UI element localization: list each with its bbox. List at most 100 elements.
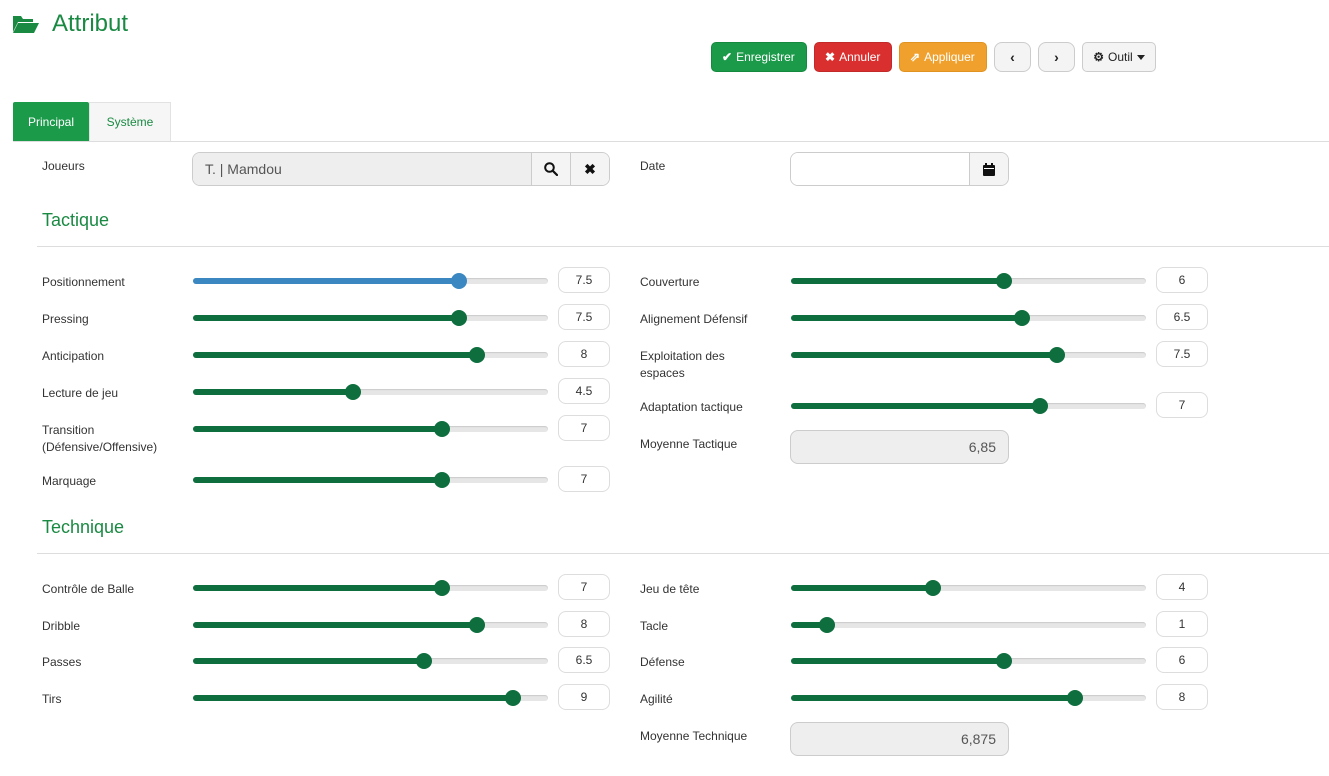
apply-label: Appliquer <box>924 50 975 64</box>
page-header: Attribut <box>12 10 128 38</box>
slider-value-input[interactable]: 6 <box>1156 647 1208 673</box>
slider-value-input[interactable]: 6.5 <box>1156 304 1208 330</box>
slider-handle[interactable] <box>818 617 835 633</box>
rating-slider[interactable] <box>791 310 1146 326</box>
slider-handle[interactable] <box>996 273 1012 289</box>
save-label: Enregistrer <box>736 50 795 64</box>
rating-slider[interactable] <box>193 617 548 633</box>
average-technique-label: Moyenne Technique <box>640 729 748 743</box>
rating-slider[interactable] <box>193 580 548 596</box>
slider-label: Contrôle de Balle <box>42 582 135 596</box>
section-title-tactique: Tactique <box>42 210 110 230</box>
rating-slider[interactable] <box>193 273 548 289</box>
slider-handle[interactable] <box>469 617 485 633</box>
rating-slider[interactable] <box>791 273 1146 289</box>
slider-fill <box>791 352 1058 358</box>
rating-slider[interactable] <box>791 398 1146 414</box>
slider-fill <box>193 477 442 483</box>
slider-value-input[interactable]: 7 <box>558 466 610 492</box>
rating-slider[interactable] <box>193 347 548 363</box>
previous-button[interactable]: ‹ <box>994 42 1031 72</box>
date-input[interactable] <box>791 153 969 185</box>
slider-handle[interactable] <box>925 580 941 596</box>
slider-handle[interactable] <box>996 653 1012 669</box>
slider-fill <box>193 622 477 628</box>
section-divider <box>37 246 1329 247</box>
rating-slider[interactable] <box>193 384 548 400</box>
slider-handle[interactable] <box>1067 690 1083 706</box>
slider-handle[interactable] <box>451 310 468 326</box>
slider-handle[interactable] <box>451 273 468 289</box>
slider-value-input[interactable]: 4 <box>1156 574 1208 600</box>
apply-button[interactable]: ⇗ Appliquer <box>899 42 987 72</box>
rating-slider[interactable] <box>193 653 548 669</box>
slider-fill <box>791 658 1004 664</box>
rating-slider[interactable] <box>193 472 548 488</box>
slider-value-input[interactable]: 8 <box>558 341 610 367</box>
section-divider <box>37 553 1329 554</box>
slider-handle[interactable] <box>344 384 361 400</box>
rating-slider[interactable] <box>193 690 548 706</box>
next-button[interactable]: › <box>1038 42 1075 72</box>
slider-label: Pressing <box>42 312 89 326</box>
slider-handle[interactable] <box>1049 347 1066 363</box>
close-icon: ✖ <box>584 160 596 177</box>
slider-value-input[interactable]: 6 <box>1156 267 1208 293</box>
section-title-technique: Technique <box>42 517 125 537</box>
slider-handle[interactable] <box>504 690 521 706</box>
rating-slider[interactable] <box>791 653 1146 669</box>
slider-fill <box>193 352 477 358</box>
slider-label: Transition (Défensive/Offensive) <box>42 423 158 454</box>
chevron-left-icon: ‹ <box>1010 49 1015 65</box>
slider-value-input[interactable]: 7.5 <box>558 304 610 330</box>
chevron-right-icon: › <box>1054 49 1059 65</box>
slider-label: Adaptation tactique <box>640 400 743 414</box>
slider-value-input[interactable]: 6.5 <box>558 647 610 673</box>
slider-handle[interactable] <box>469 347 485 363</box>
slider-handle[interactable] <box>415 653 432 669</box>
clear-button[interactable]: ✖ <box>570 153 609 185</box>
tab-systeme[interactable]: Système <box>89 102 171 141</box>
slider-handle[interactable] <box>1031 398 1048 414</box>
rating-slider[interactable] <box>791 690 1146 706</box>
slider-value-input[interactable]: 7.5 <box>1156 341 1208 367</box>
search-button[interactable] <box>531 153 570 185</box>
slider-value-input[interactable]: 1 <box>1156 611 1208 637</box>
tab-principal[interactable]: Principal <box>13 102 89 141</box>
rating-slider[interactable] <box>193 310 548 326</box>
cancel-button[interactable]: ✖ Annuler <box>814 42 892 72</box>
slider-value-input[interactable]: 4.5 <box>558 378 610 404</box>
slider-fill <box>193 389 353 395</box>
calendar-button[interactable] <box>969 153 1008 185</box>
rating-slider[interactable] <box>193 421 548 437</box>
page-title: Attribut <box>52 10 129 37</box>
slider-handle[interactable] <box>1013 310 1030 326</box>
rating-slider[interactable] <box>791 580 1146 596</box>
joueurs-field: T. | Mamdou ✖ <box>192 152 610 186</box>
slider-value-input[interactable]: 9 <box>558 684 610 710</box>
slider-value-input[interactable]: 7 <box>558 574 610 600</box>
slider-handle[interactable] <box>433 472 450 488</box>
slider-value-input[interactable]: 8 <box>558 611 610 637</box>
cancel-label: Annuler <box>839 50 881 64</box>
slider-handle[interactable] <box>433 421 450 437</box>
joueurs-input[interactable]: T. | Mamdou <box>193 153 531 185</box>
slider-handle[interactable] <box>433 580 450 596</box>
slider-value-input[interactable]: 7.5 <box>558 267 610 293</box>
tab-divider <box>13 141 1329 142</box>
slider-fill <box>193 426 442 432</box>
rating-slider[interactable] <box>791 347 1146 363</box>
calendar-icon <box>983 162 995 176</box>
check-icon: ✔ <box>722 50 733 64</box>
slider-label: Positionnement <box>42 275 125 289</box>
tool-dropdown-button[interactable]: ⚙ Outil <box>1082 42 1156 72</box>
slider-label: Jeu de tête <box>640 582 700 596</box>
slider-value-input[interactable]: 8 <box>1156 684 1208 710</box>
joueurs-label: Joueurs <box>42 159 85 173</box>
slider-value-input[interactable]: 7 <box>1156 392 1208 418</box>
rating-slider[interactable] <box>791 617 1146 633</box>
slider-value-input[interactable]: 7 <box>558 415 610 441</box>
save-button[interactable]: ✔ Enregistrer <box>711 42 807 72</box>
slider-fill <box>193 585 442 591</box>
slider-label: Tacle <box>640 619 669 633</box>
